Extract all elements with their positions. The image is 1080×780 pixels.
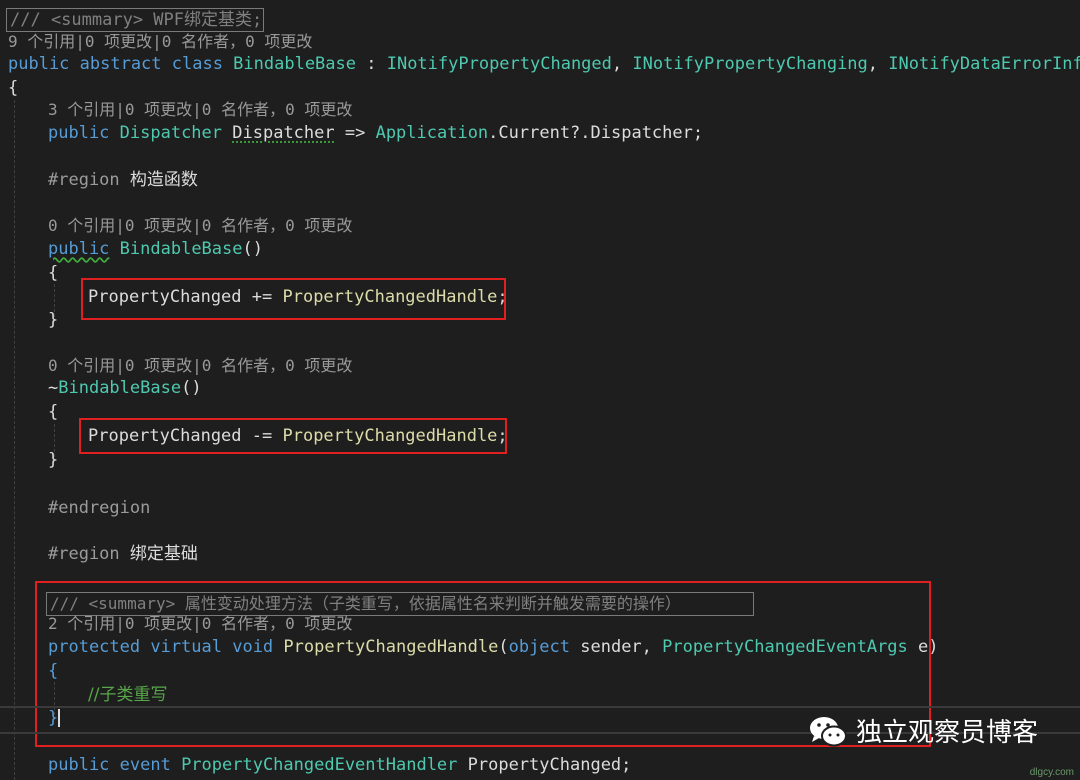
codelens-dtor[interactable]: 0 个引用|0 项更改|0 名作者，0 项更改 bbox=[48, 355, 352, 377]
punct: , bbox=[611, 54, 633, 74]
event-unsubscribe: PropertyChanged -= PropertyChangedHandle… bbox=[88, 425, 508, 447]
region-label: 构造函数 bbox=[129, 170, 198, 190]
punct: : bbox=[356, 54, 387, 74]
handler-method-declaration: protected virtual void PropertyChangedHa… bbox=[48, 636, 939, 658]
interface-name: INotifyPropertyChanged bbox=[386, 54, 612, 74]
property-name: Dispatcher bbox=[232, 123, 335, 143]
region-label: 绑定基础 bbox=[129, 544, 198, 564]
class-name: BindableBase bbox=[58, 378, 182, 398]
interface-name: INotifyDataErrorInfo bbox=[888, 54, 1080, 74]
doc-comment-handler[interactable]: /// <summary> 属性变动处理方法（子类重写，依据属性名来判断并触发需… bbox=[50, 593, 681, 615]
handler-name: PropertyChangedHandle bbox=[282, 287, 498, 307]
interface-name: INotifyPropertyChanging bbox=[632, 54, 868, 74]
event-declaration: public event PropertyChangedEventHandler… bbox=[48, 754, 631, 776]
close-brace: } bbox=[48, 310, 59, 330]
event-name: PropertyChanged; bbox=[457, 755, 632, 775]
member-access: .Current?.Dispatcher; bbox=[488, 123, 704, 143]
watermark-text: 独立观察员博客 bbox=[856, 718, 1039, 748]
parens: () bbox=[181, 378, 202, 398]
event-name: PropertyChanged bbox=[88, 287, 242, 307]
destructor-declaration: ~BindableBase() bbox=[48, 377, 202, 399]
override-comment: //子类重写 bbox=[88, 685, 168, 705]
event-name: PropertyChanged bbox=[88, 426, 242, 446]
keyword: object bbox=[508, 637, 571, 657]
text-caret bbox=[58, 709, 61, 727]
type-name: PropertyChangedEventArgs bbox=[662, 637, 908, 657]
semicolon: ; bbox=[497, 426, 508, 446]
keyword: protected virtual void bbox=[48, 637, 284, 657]
codelens-ctor[interactable]: 0 个引用|0 项更改|0 名作者，0 项更改 bbox=[48, 215, 352, 237]
editor-separator bbox=[0, 706, 1080, 708]
close-brace: } bbox=[48, 450, 59, 470]
class-name: BindableBase bbox=[233, 54, 356, 74]
codelens-dispatcher[interactable]: 3 个引用|0 项更改|0 名作者，0 项更改 bbox=[48, 99, 352, 121]
type-name: Application bbox=[375, 123, 489, 143]
endregion-directive[interactable]: #endregion bbox=[48, 497, 150, 519]
open-brace: { bbox=[48, 263, 59, 283]
codelens-handler[interactable]: 2 个引用|0 项更改|0 名作者，0 项更改 bbox=[48, 613, 352, 635]
region-directive: #region bbox=[48, 170, 130, 190]
codelens-class[interactable]: 9 个引用|0 项更改|0 名作者，0 项更改 bbox=[8, 31, 312, 53]
dispatcher-property: public Dispatcher Dispatcher => Applicat… bbox=[48, 122, 703, 144]
watermark: 独立观察员博客 bbox=[808, 712, 1038, 749]
param: e) bbox=[907, 637, 939, 657]
region-constructors[interactable]: #region 构造函数 bbox=[48, 169, 198, 191]
open-brace-highlighted: { bbox=[48, 661, 59, 681]
keyword: public abstract class bbox=[8, 54, 234, 74]
open-brace: { bbox=[8, 78, 19, 98]
method-name: PropertyChangedHandle bbox=[283, 637, 499, 657]
doc-comment-class[interactable]: /// <summary> WPF绑定基类; bbox=[10, 9, 262, 31]
parens: () bbox=[242, 239, 263, 259]
operator: -= bbox=[241, 426, 283, 446]
handler-name: PropertyChangedHandle bbox=[282, 426, 498, 446]
region-directive: #region bbox=[48, 544, 130, 564]
wechat-icon bbox=[810, 716, 847, 746]
semicolon: ; bbox=[497, 287, 508, 307]
arrow: => bbox=[334, 123, 376, 143]
type-name: PropertyChangedEventHandler bbox=[181, 755, 458, 775]
indent-guide bbox=[14, 100, 15, 780]
keyword: public bbox=[48, 123, 120, 143]
punct: , bbox=[867, 54, 889, 74]
event-subscribe: PropertyChanged += PropertyChangedHandle… bbox=[88, 286, 508, 308]
site-url: dlgcy.com bbox=[1029, 767, 1074, 778]
close-brace-highlighted: } bbox=[48, 707, 61, 729]
constructor-declaration: public BindableBase() bbox=[48, 238, 263, 260]
class-name: BindableBase bbox=[119, 239, 243, 259]
keyword: public bbox=[48, 239, 110, 259]
brace: } bbox=[48, 708, 59, 728]
tilde: ~ bbox=[48, 378, 59, 398]
region-binding[interactable]: #region 绑定基础 bbox=[48, 543, 198, 565]
type-name: Dispatcher bbox=[119, 123, 223, 143]
param: sender, bbox=[570, 637, 663, 657]
keyword: public event bbox=[48, 755, 182, 775]
open-brace: { bbox=[48, 402, 59, 422]
paren: ( bbox=[498, 637, 509, 657]
class-declaration: public abstract class BindableBase : INo… bbox=[8, 53, 1080, 75]
operator: += bbox=[241, 287, 283, 307]
